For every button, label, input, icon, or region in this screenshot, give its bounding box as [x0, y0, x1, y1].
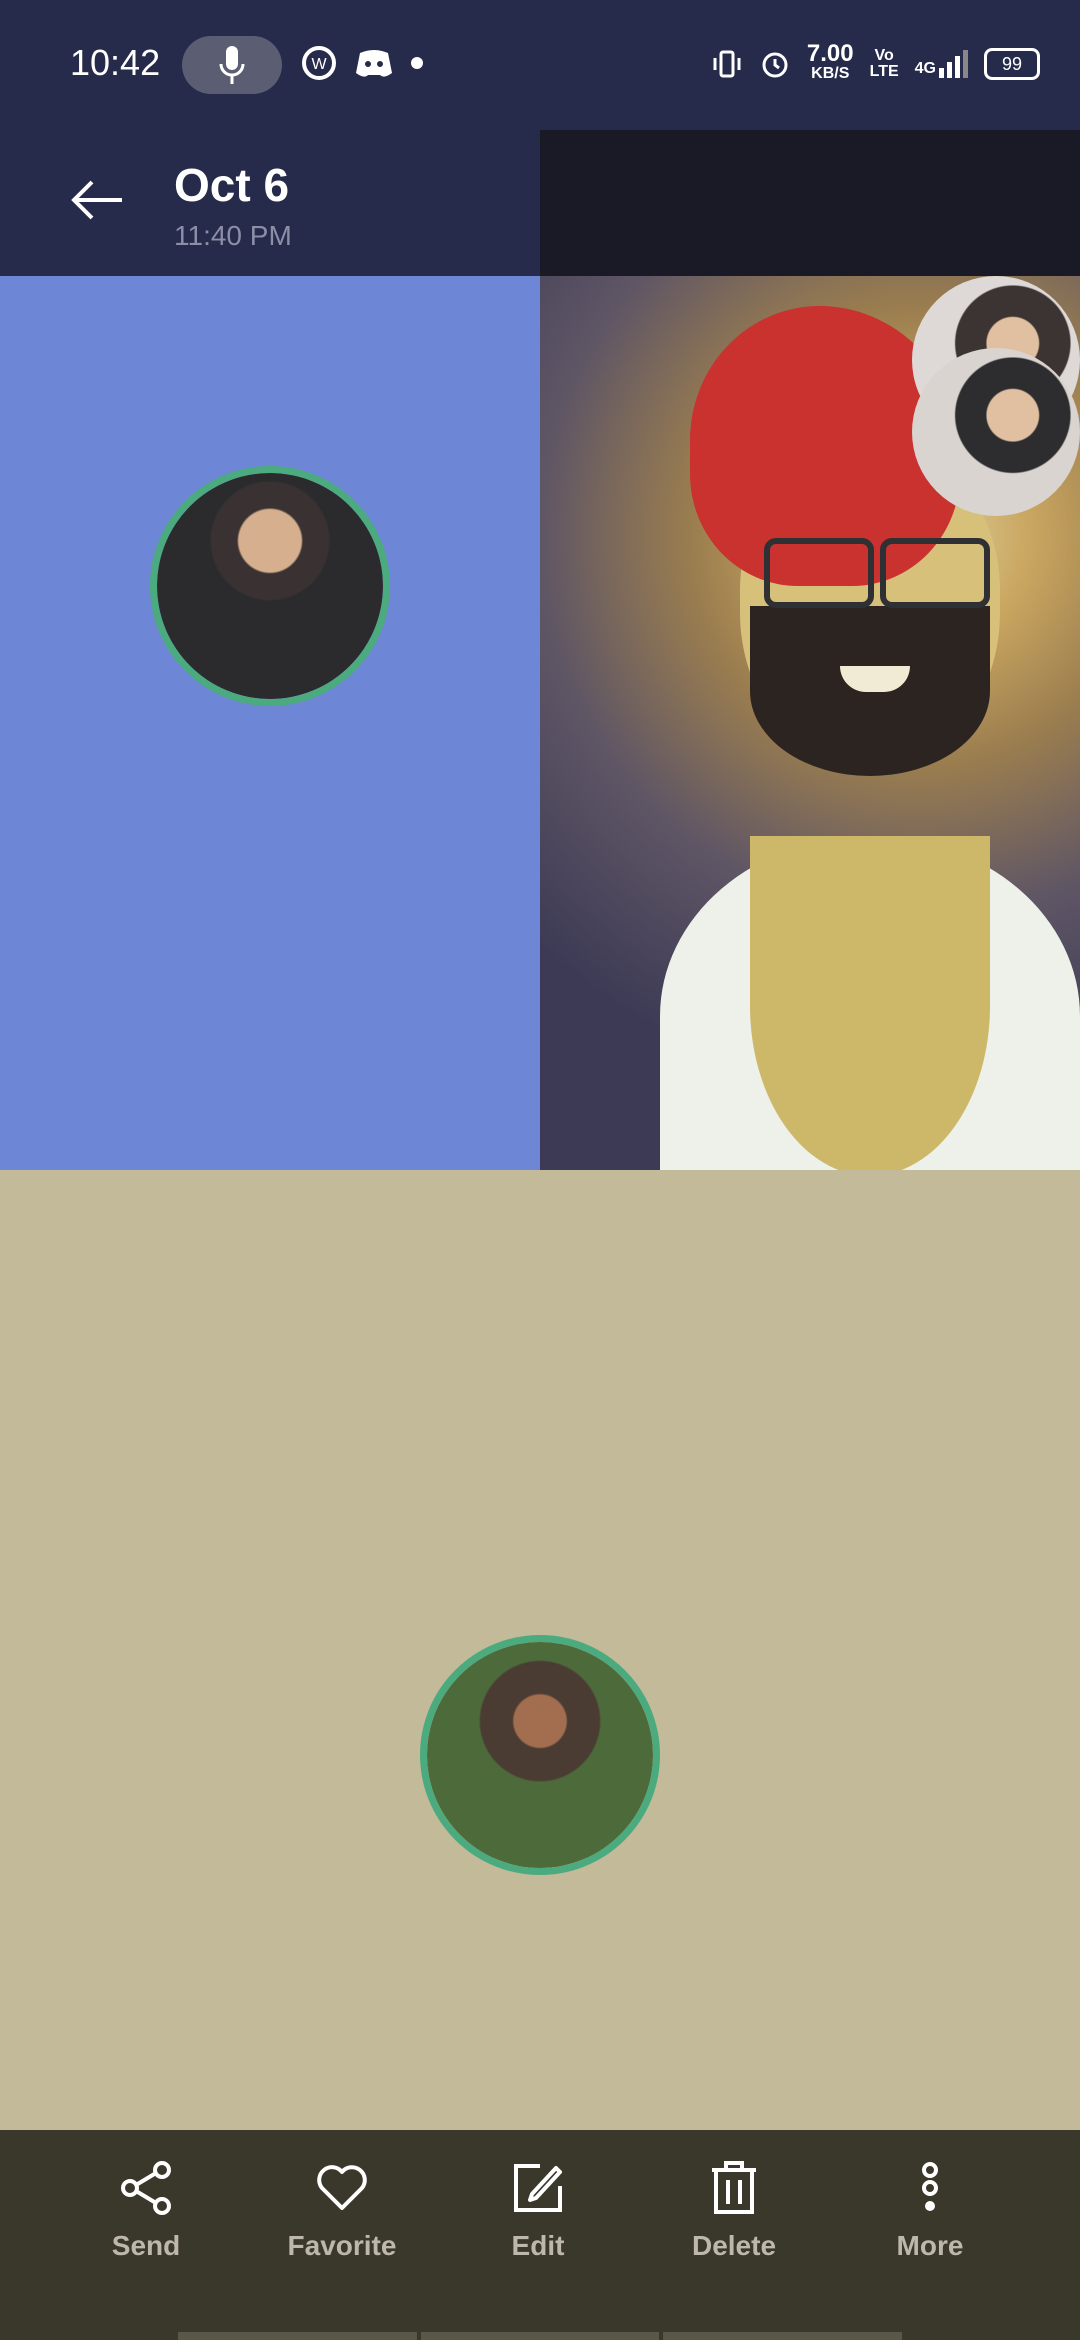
navigation-handle [178, 2332, 903, 2340]
participant-tile-left [0, 276, 540, 1170]
mic-in-use-indicator [182, 36, 282, 94]
participant-avatar-bottom [420, 1635, 660, 1875]
signal-icon: 4G [915, 50, 968, 78]
top-app-bar: Oct 6 11:40 PM [0, 130, 540, 276]
delete-label: Delete [691, 2230, 777, 2261]
vibrate-icon [713, 50, 741, 78]
svg-text:W: W [311, 56, 327, 73]
discord-icon [356, 50, 392, 77]
more-button[interactable]: More [850, 2160, 1010, 2262]
volte-indicator: Vo LTE [869, 47, 899, 80]
share-icon [121, 2161, 171, 2215]
more-label: More [896, 2230, 964, 2261]
edit-label: Edit [511, 2230, 565, 2261]
more-vertical-icon [922, 2162, 938, 2211]
page-subtitle: 11:40 PM [174, 220, 292, 251]
notification-icons: W [300, 44, 424, 82]
avatar-photo [427, 1642, 653, 1868]
send-label: Send [111, 2230, 181, 2261]
video-chest [750, 836, 990, 1170]
send-button[interactable]: Send [66, 2160, 226, 2262]
network-type: 4G [914, 60, 936, 77]
battery-icon: 99 [984, 48, 1040, 80]
action-bar: Send Favorite Edit Delete More [0, 2130, 1080, 2340]
video-glasses-right [880, 538, 990, 608]
avatar-photo [157, 473, 383, 699]
trash-icon [712, 2161, 756, 2214]
mic-icon [219, 46, 245, 84]
whatsapp-business-icon: W [302, 46, 336, 80]
participant-tile-bottom [0, 1170, 1080, 2130]
favorite-label: Favorite [287, 2230, 397, 2261]
delete-button[interactable]: Delete [654, 2160, 814, 2262]
page-title: Oct 6 [174, 159, 290, 211]
self-view-avatar-front [912, 348, 1080, 516]
self-view-pip[interactable] [912, 276, 1080, 536]
back-arrow-icon[interactable] [70, 178, 124, 222]
edit-icon [514, 2164, 562, 2212]
video-glasses-left [764, 538, 874, 608]
favorite-button[interactable]: Favorite [262, 2160, 422, 2262]
edit-button[interactable]: Edit [458, 2160, 618, 2262]
status-time: 10:42 [70, 42, 161, 83]
alarm-icon [762, 52, 788, 78]
participant-avatar-left [150, 466, 390, 706]
heart-icon [317, 2165, 367, 2210]
dot-icon [411, 57, 423, 69]
network-speed: 7.00 KB/S [806, 40, 854, 83]
system-status-icons: 7.00 KB/S Vo LTE 4G 99 [711, 40, 1040, 84]
status-bar: 10:42 W 7.00 KB/S Vo LTE 4G 99 [0, 0, 1080, 276]
